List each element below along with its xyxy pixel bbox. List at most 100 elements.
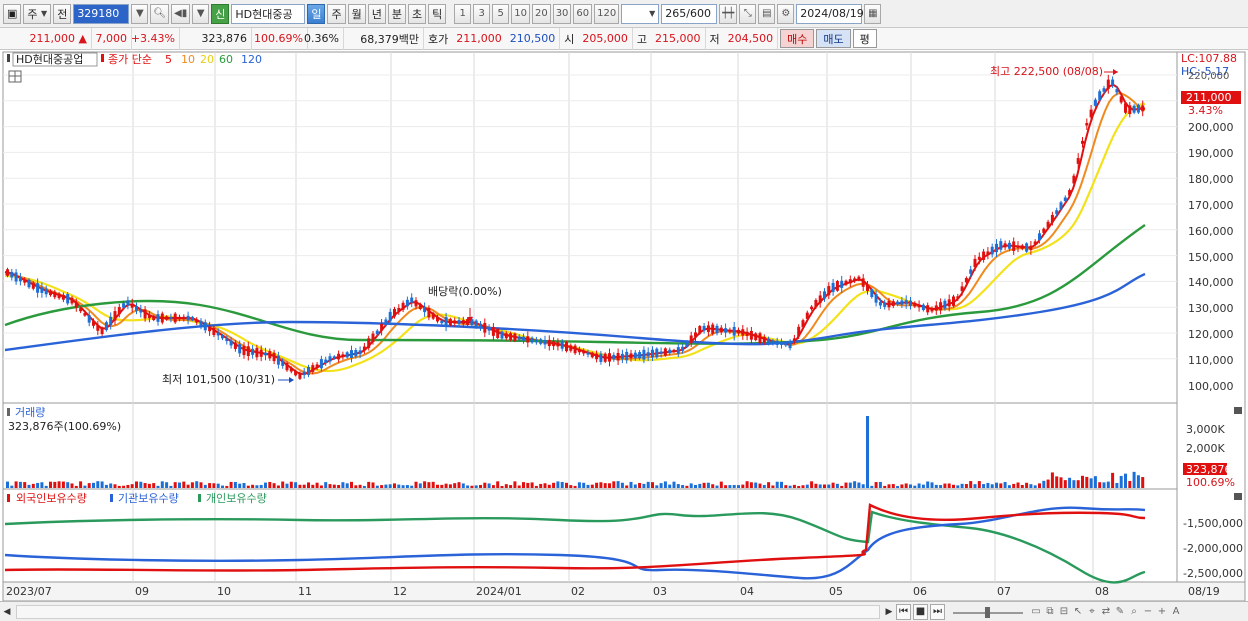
font-size-icon[interactable]: A (1169, 605, 1183, 619)
buy-button[interactable]: 매수 (780, 29, 815, 48)
volume-bar (891, 484, 895, 488)
zoom-slider-knob[interactable] (985, 606, 990, 618)
save-icon[interactable]: ▤ (758, 3, 776, 24)
date-field[interactable]: 2024/08/19 (796, 3, 864, 24)
stock-name-field[interactable]: HD현대중공 (231, 3, 306, 24)
compare-icon[interactable]: ⇄ (1099, 605, 1113, 619)
x-tick-label: 07 (997, 585, 1011, 598)
tab-month[interactable]: 월 (347, 3, 366, 24)
fast-forward-icon[interactable]: ⏭ (930, 603, 945, 620)
volume-bar (1033, 485, 1037, 488)
tab-second[interactable]: 초 (407, 3, 427, 24)
volume-bar (113, 484, 117, 488)
zoom-out-icon[interactable]: − (1141, 605, 1155, 619)
stop-icon[interactable]: ■ (913, 603, 928, 620)
candle-body (393, 308, 396, 317)
candle-body (276, 355, 280, 365)
tab-tick[interactable]: 틱 (428, 3, 447, 24)
volume-bar (745, 481, 749, 488)
stock-chart[interactable]: LC:107.88 HC:-5.17 220,000 211,000 3.43%… (0, 50, 1248, 602)
candle-body (199, 320, 203, 327)
zoom-search-icon[interactable]: ⌕ (1127, 605, 1141, 619)
low-annotation: 최저 101,500 (10/31) (162, 373, 294, 386)
candle-body (371, 333, 375, 343)
candle-body (749, 330, 753, 340)
interval-1[interactable]: 1 (454, 3, 472, 24)
interval-120[interactable]: 120 (594, 3, 620, 24)
interval-custom-input[interactable]: ▼ (621, 3, 660, 24)
stock-code-input[interactable]: 329180 (73, 3, 130, 24)
x-tick-label: 03 (653, 585, 667, 598)
prev-button[interactable]: 전 (53, 3, 72, 24)
candle-body (216, 332, 220, 336)
volume-bar (139, 481, 143, 488)
interval-5[interactable]: 5 (492, 3, 510, 24)
interval-20[interactable]: 20 (531, 3, 551, 24)
layout-icon[interactable]: ▭ (1029, 605, 1043, 619)
scroll-track[interactable] (16, 604, 880, 619)
y-tick-label: 100,000 (1188, 380, 1234, 393)
draw-tool-icon[interactable]: ⤡ (739, 3, 757, 24)
settings-gear-icon[interactable]: ⚙ (777, 3, 795, 24)
volume-bar (956, 485, 960, 488)
new-badge[interactable]: 신 (211, 3, 230, 24)
volume-bar (255, 485, 259, 488)
volume-bar (83, 485, 87, 488)
window-menu-icon[interactable]: ▣ (3, 3, 22, 24)
volume-bar (930, 482, 934, 488)
volume-title: 거래량 (15, 406, 45, 419)
volume-bar (629, 481, 633, 488)
holdings-y-tick: -2,500,000 (1183, 567, 1243, 580)
evaluate-button[interactable]: 평 (852, 29, 877, 48)
candle-body (934, 305, 938, 311)
scroll-right-icon[interactable]: ▶ (882, 604, 896, 620)
zoom-slider[interactable] (953, 606, 1023, 618)
volume-bar (620, 482, 624, 488)
rewind-icon[interactable]: ⏮ (896, 603, 911, 620)
speaker-icon[interactable]: ◀▮ (171, 3, 191, 24)
tab-minute[interactable]: 분 (387, 3, 406, 24)
volume-bar (345, 483, 349, 488)
scroll-left-icon[interactable]: ◀ (0, 604, 14, 620)
chart-area[interactable]: LC:107.88 HC:-5.17 220,000 211,000 3.43%… (0, 50, 1248, 602)
interval-3[interactable]: 3 (473, 3, 491, 24)
overlay-icon[interactable]: ⊟ (1057, 605, 1071, 619)
crosshair-icon[interactable]: ⌖ (1085, 605, 1099, 619)
candle-body (178, 316, 181, 320)
candle-body (483, 322, 487, 333)
code-dropdown-icon[interactable]: ▼ (131, 3, 149, 24)
count-max: /600 (686, 7, 711, 20)
tool-icon[interactable]: ✎ (1113, 605, 1127, 619)
x-tick-label: 10 (217, 585, 231, 598)
panel-close-icon[interactable] (1234, 493, 1242, 500)
volume-bar (436, 484, 439, 488)
search-icon[interactable]: 🔍︎ (150, 3, 170, 24)
volume-bar (405, 485, 409, 488)
candle-body (771, 340, 775, 344)
volume-bar (517, 485, 521, 488)
volume-bar (100, 481, 104, 488)
tab-week[interactable]: 주 (327, 3, 346, 24)
calendar-icon[interactable]: ▦ (864, 3, 882, 24)
candle-body (6, 269, 9, 276)
zoom-in-icon[interactable]: + (1155, 605, 1169, 619)
interval-10[interactable]: 10 (511, 3, 530, 24)
ask-label: 호가 (428, 32, 449, 46)
candle-type-icon[interactable]: ┿┿ (719, 3, 738, 24)
period-selector[interactable]: 주 ▼ (23, 3, 52, 24)
speaker-dropdown-icon[interactable]: ▼ (192, 3, 210, 24)
interval-60[interactable]: 60 (573, 3, 593, 24)
copy-icon[interactable]: ⧉ (1043, 605, 1057, 619)
candle-body (44, 288, 48, 295)
candle-body (565, 342, 568, 352)
count-field[interactable]: 265/600 (661, 3, 718, 24)
panel-close-icon[interactable] (1234, 407, 1242, 414)
tab-year[interactable]: 년 (367, 3, 386, 24)
interval-30[interactable]: 30 (552, 3, 572, 24)
candle-body (169, 316, 173, 320)
tab-day[interactable]: 일 (307, 3, 326, 24)
candle-body (552, 341, 556, 347)
candle-body (921, 304, 925, 311)
cursor-icon[interactable]: ↖ (1071, 605, 1085, 619)
sell-button[interactable]: 매도 (816, 29, 851, 48)
